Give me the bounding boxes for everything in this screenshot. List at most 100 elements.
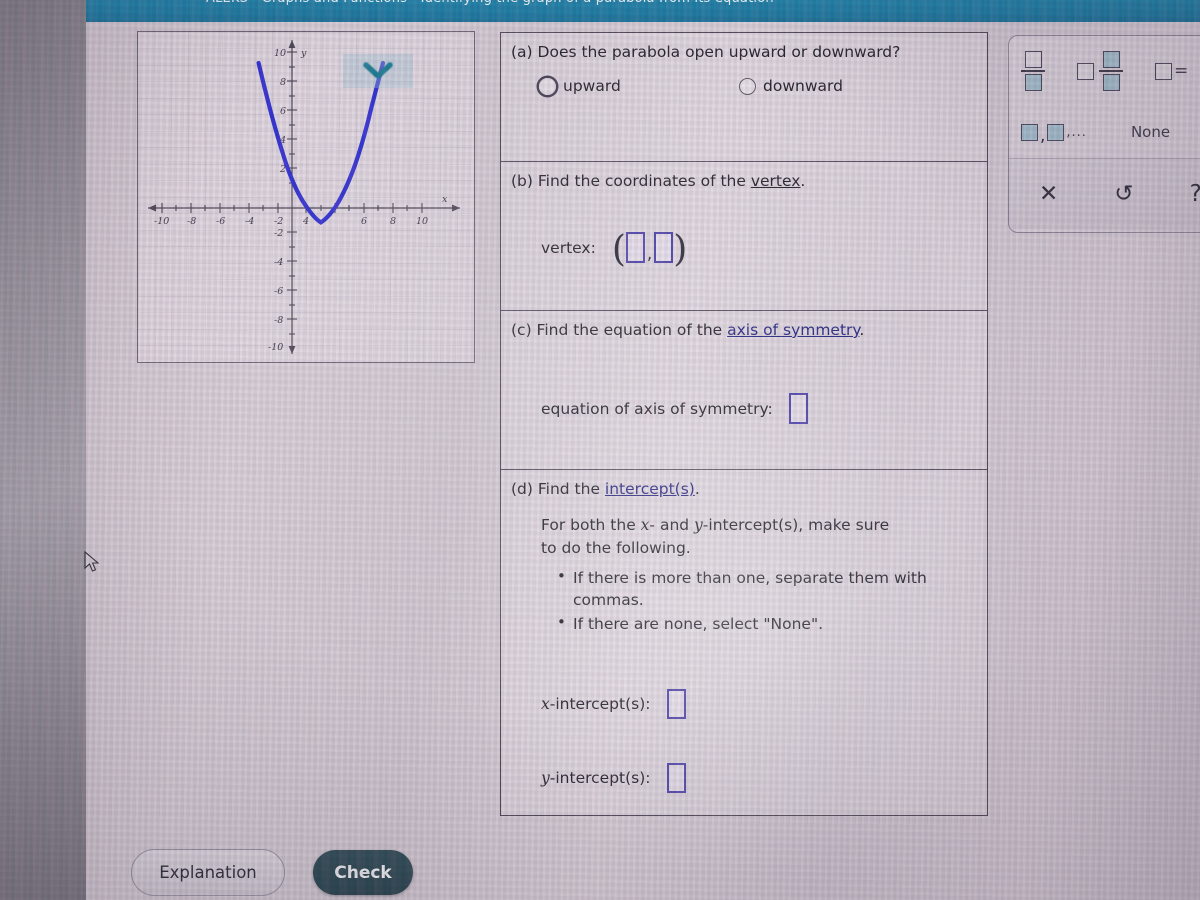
svg-text:-8: -8 bbox=[274, 315, 283, 326]
equation-box-icon bbox=[1155, 62, 1172, 80]
x-intercept-input[interactable] bbox=[666, 689, 686, 720]
part-c-prompt-post: . bbox=[859, 321, 865, 339]
instr-y-var: y bbox=[694, 516, 703, 535]
svg-text:-6: -6 bbox=[216, 216, 225, 227]
radio-downward-icon[interactable] bbox=[739, 77, 756, 95]
x-intercept-label: x-intercept(s): bbox=[541, 695, 651, 713]
axis-of-symmetry-glossary-link[interactable]: axis of symmetry bbox=[727, 321, 859, 339]
mouse-cursor bbox=[84, 551, 100, 572]
svg-text:10: 10 bbox=[416, 216, 428, 227]
svg-text:-8: -8 bbox=[187, 216, 196, 227]
part-d-prompt-pre: (d) Find the bbox=[511, 480, 605, 498]
list-box2-icon bbox=[1047, 123, 1065, 141]
part-a-options: upward downward bbox=[501, 63, 987, 103]
part-d-instructions: For both the x- and y-intercept(s), make… bbox=[501, 500, 987, 559]
part-d-prompt: (d) Find the intercept(s). bbox=[501, 478, 987, 500]
y-intercept-label-rest: -intercept(s): bbox=[549, 769, 651, 788]
question-card: (a) Does the parabola open upward or dow… bbox=[500, 32, 988, 816]
parabola-graph-panel: -10 -8 -6 -4 -2 468 10 10 8 6 42 -2 -4 -6 -8 -10… bbox=[137, 31, 475, 363]
undo-icon[interactable]: ↺ bbox=[1114, 182, 1133, 206]
y-intercept-input[interactable] bbox=[666, 763, 686, 794]
question-part-a: (a) Does the parabola open upward or dow… bbox=[501, 33, 987, 162]
part-d-prompt-post: . bbox=[694, 480, 700, 498]
svg-text:8: 8 bbox=[390, 216, 396, 227]
y-intercept-answer-row: y-intercept(s): bbox=[501, 727, 987, 801]
clear-icon[interactable]: ✕ bbox=[1039, 182, 1058, 206]
vertex-answer-label: vertex: bbox=[541, 238, 596, 257]
radio-option-upward[interactable]: upward bbox=[539, 77, 739, 95]
fraction-icon bbox=[1021, 51, 1045, 91]
part-b-prompt-pre: (b) Find the coordinates of the bbox=[511, 172, 751, 190]
vertex-glossary-link[interactable]: vertex bbox=[751, 172, 801, 190]
vertex-comma: , bbox=[646, 243, 653, 264]
list-comma1: , bbox=[1040, 126, 1046, 146]
explanation-button[interactable]: Explanation bbox=[131, 849, 285, 896]
math-input-toolbar: = , ,... None ✕ ↺ ? bbox=[1008, 35, 1200, 233]
radio-upward-icon[interactable] bbox=[539, 77, 556, 95]
instr-line2: to do the following. bbox=[541, 538, 691, 557]
svg-text:-10: -10 bbox=[268, 342, 283, 353]
instr-line1-b: - and bbox=[649, 516, 695, 535]
bullet-select-none: If there are none, select "None". bbox=[557, 612, 971, 635]
math-toolbar-row-3: ✕ ↺ ? bbox=[1009, 158, 1200, 229]
part-c-prompt: (c) Find the equation of the axis of sym… bbox=[501, 319, 987, 341]
svg-text:8: 8 bbox=[280, 77, 286, 88]
y-intercept-label: y-intercept(s): bbox=[541, 769, 651, 787]
x-intercept-var: x bbox=[541, 695, 550, 714]
y-intercept-var: y bbox=[541, 769, 550, 788]
check-button[interactable]: Check bbox=[313, 850, 413, 895]
svg-text:-6: -6 bbox=[274, 286, 283, 297]
radio-option-downward[interactable]: downward bbox=[739, 77, 843, 95]
radio-upward-label: upward bbox=[563, 77, 621, 96]
equation-button[interactable]: = bbox=[1155, 61, 1188, 81]
math-toolbar-row-2: , ,... None bbox=[1009, 106, 1200, 158]
help-icon[interactable]: ? bbox=[1190, 182, 1200, 206]
intercepts-glossary-link[interactable]: intercept(s) bbox=[605, 480, 695, 498]
list-box1-icon bbox=[1021, 123, 1038, 141]
instr-line1-a: For both the bbox=[541, 516, 641, 535]
mixed-number-fraction-icon bbox=[1099, 51, 1123, 91]
svg-text:4: 4 bbox=[302, 216, 309, 227]
svg-text:-2: -2 bbox=[274, 216, 283, 227]
part-a-prompt: (a) Does the parabola open upward or dow… bbox=[511, 43, 901, 61]
svg-text:10: 10 bbox=[274, 48, 286, 59]
svg-text:y: y bbox=[300, 48, 307, 59]
part-d-bullet-list: If there is more than one, separate them… bbox=[501, 566, 987, 635]
vertex-x-input[interactable] bbox=[625, 232, 645, 264]
svg-text:-2: -2 bbox=[274, 228, 283, 239]
math-toolbar-row-1: = bbox=[1009, 36, 1200, 106]
svg-text:-4: -4 bbox=[274, 257, 283, 268]
svg-text:x: x bbox=[442, 194, 448, 205]
part-b-prompt: (b) Find the coordinates of the vertex. bbox=[501, 170, 987, 192]
list-ellipsis-icon: ,... bbox=[1066, 124, 1087, 140]
part-b-answer-row: vertex: ( , ) bbox=[541, 228, 688, 270]
desk-left-strip bbox=[0, 0, 86, 900]
vertex-y-input[interactable] bbox=[654, 232, 674, 264]
question-part-d: (d) Find the intercept(s). For both the … bbox=[501, 470, 987, 886]
question-part-b: (b) Find the coordinates of the vertex. … bbox=[501, 162, 987, 311]
app-banner-title: ALEKS - Graphs and Functions - Identifyi… bbox=[206, 0, 774, 6]
mixed-number-whole-icon bbox=[1077, 62, 1094, 80]
axis-of-symmetry-input[interactable] bbox=[788, 393, 808, 425]
parabola-graph-svg: -10 -8 -6 -4 -2 468 10 1086 42 -2-4-6 -8-10… bbox=[138, 32, 474, 362]
chevron-down-icon[interactable] bbox=[343, 54, 413, 88]
part-b-prompt-post: . bbox=[800, 172, 806, 190]
list-button[interactable]: , ,... bbox=[1021, 122, 1087, 146]
app-top-banner: ALEKS - Graphs and Functions - Identifyi… bbox=[86, 0, 1200, 22]
axis-of-symmetry-answer-label: equation of axis of symmetry: bbox=[541, 399, 773, 418]
svg-text:-4: -4 bbox=[245, 216, 254, 227]
part-c-prompt-pre: (c) Find the equation of the bbox=[511, 321, 728, 339]
none-button[interactable]: None bbox=[1131, 123, 1170, 141]
fraction-button[interactable] bbox=[1021, 51, 1045, 91]
radio-downward-label: downward bbox=[763, 77, 843, 96]
mixed-number-button[interactable] bbox=[1077, 51, 1123, 91]
bullet-separate-commas: If there is more than one, separate them… bbox=[557, 566, 971, 611]
part-c-answer-row: equation of axis of symmetry: bbox=[501, 341, 987, 432]
x-intercept-answer-row: x-intercept(s): bbox=[501, 637, 987, 727]
svg-text:6: 6 bbox=[361, 216, 367, 227]
equation-equals-icon: = bbox=[1174, 61, 1189, 81]
svg-text:-10: -10 bbox=[154, 216, 169, 227]
svg-text:6: 6 bbox=[280, 106, 286, 117]
action-button-row: Explanation Check bbox=[131, 849, 413, 896]
question-part-c: (c) Find the equation of the axis of sym… bbox=[501, 311, 987, 470]
